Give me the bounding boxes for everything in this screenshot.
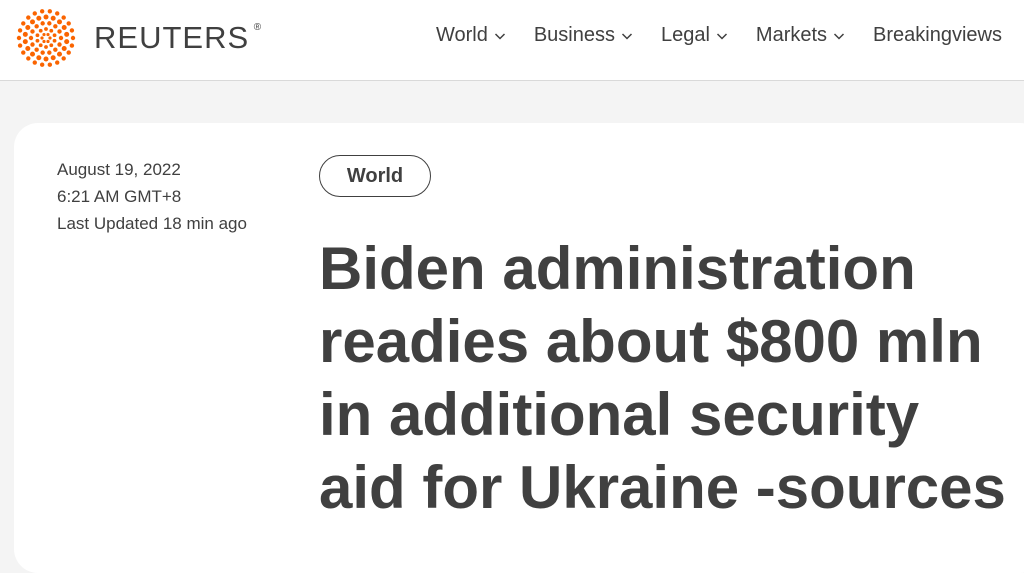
logo-dot: [53, 24, 58, 29]
registered-mark: ®: [253, 22, 262, 33]
logo-dot: [53, 47, 58, 52]
logo-dot: [55, 60, 60, 65]
logo-dot: [69, 28, 75, 33]
nav-item-markets[interactable]: Markets: [756, 24, 845, 47]
logo-dot: [49, 28, 54, 33]
logo-wordmark: REUTERS ®: [94, 20, 261, 56]
logo-dot: [30, 19, 35, 25]
logo-dot: [17, 43, 23, 48]
logo-dot: [61, 46, 67, 51]
logo-dot: [43, 56, 49, 62]
logo-dot: [38, 43, 43, 48]
logo-dot: [61, 25, 67, 30]
nav-label: Business: [533, 24, 615, 46]
logo-dot: [40, 36, 44, 40]
logo-dot: [32, 60, 37, 65]
logo-dot: [40, 21, 45, 26]
logo-dot: [26, 15, 31, 20]
logo-dot: [21, 21, 26, 26]
site-header: REUTERS ® World Business Legal Markets Br…: [0, 0, 1024, 81]
chevron-down-icon: [494, 32, 505, 40]
logo-dot: [28, 35, 34, 41]
logo-dot: [47, 62, 53, 67]
logo-dot: [30, 42, 35, 47]
nav-item-legal[interactable]: Legal: [661, 24, 728, 47]
logo-dot: [39, 9, 45, 14]
nav-item-business[interactable]: Business: [534, 24, 633, 47]
logo-dot: [21, 50, 26, 55]
logo-dot: [50, 15, 56, 21]
article-last-updated: Last Updated 18 min ago: [57, 214, 247, 233]
logo-dot: [50, 55, 56, 61]
logo-dot: [47, 21, 52, 26]
section-tag-world[interactable]: World: [319, 155, 431, 197]
logo-dot: [58, 35, 64, 41]
logo-dot: [25, 25, 31, 30]
logo-dot: [30, 51, 35, 57]
article-headline: Biden administration readies about $800 …: [319, 235, 1006, 521]
logo-dot: [40, 50, 45, 55]
nav-item-world[interactable]: World: [436, 24, 506, 47]
logo-dot: [35, 38, 40, 43]
logo-dot: [64, 39, 70, 45]
reuters-dots-logo-icon: [16, 9, 76, 67]
logo-dot: [61, 15, 66, 20]
logo-dot: [26, 56, 31, 61]
logo-dot: [34, 24, 39, 29]
logo-dot: [43, 14, 49, 20]
logo-dot: [70, 35, 76, 41]
logo-dot: [49, 43, 54, 48]
logo-dot: [36, 55, 42, 61]
article-time: 6:21 AM GMT+8: [57, 187, 182, 206]
chevron-down-icon: [834, 32, 845, 40]
logo-dot: [38, 28, 43, 33]
logo-dot: [47, 9, 53, 14]
logo-dot: [52, 38, 57, 43]
logo-dot: [57, 29, 62, 34]
logo-dot: [64, 31, 70, 37]
logo-dot: [66, 21, 71, 26]
nav-label: World: [435, 24, 488, 46]
logo-dot: [34, 47, 39, 52]
logo-dot: [52, 33, 57, 38]
logo-dot: [57, 51, 62, 57]
logo-dot: [61, 56, 66, 61]
logo-dot: [42, 32, 46, 37]
logo-dot: [42, 39, 46, 44]
nav-label: Legal: [660, 24, 710, 46]
logo-dot: [48, 36, 52, 40]
logo-dot: [22, 31, 28, 37]
logo-dot: [32, 11, 37, 16]
nav-label: Breakingviews: [873, 24, 1002, 46]
logo-dot: [22, 39, 28, 45]
logo-dot: [16, 35, 22, 41]
logo-dot: [46, 39, 50, 44]
nav-item-breakingviews[interactable]: Breakingviews: [873, 24, 1002, 47]
reuters-logo[interactable]: REUTERS ®: [12, 6, 261, 70]
chevron-down-icon: [621, 32, 633, 40]
logo-dot: [57, 42, 62, 47]
logo-dot: [47, 50, 52, 55]
logo-dot: [17, 28, 23, 33]
logo-dot: [39, 62, 45, 67]
chevron-down-icon: [716, 32, 727, 40]
logo-dot: [36, 15, 42, 21]
nav-label: Markets: [755, 24, 828, 46]
logo-dot: [44, 45, 48, 49]
logo-dot: [35, 33, 40, 38]
logo-dot: [66, 50, 71, 55]
logo-dot: [44, 27, 48, 31]
logo-dot: [55, 11, 60, 16]
logo-dot: [57, 19, 62, 25]
article-meta: August 19, 2022 6:21 AM GMT+8 Last Updat…: [57, 156, 247, 237]
logo-dot: [30, 29, 35, 34]
logo-dot: [25, 46, 31, 51]
logo-dot: [46, 32, 50, 37]
article-date: August 19, 2022: [57, 160, 181, 179]
logo-dot: [69, 43, 75, 48]
logo-text: REUTERS: [94, 20, 250, 55]
main-nav: World Business Legal Markets Breakingvie…: [408, 24, 1002, 47]
